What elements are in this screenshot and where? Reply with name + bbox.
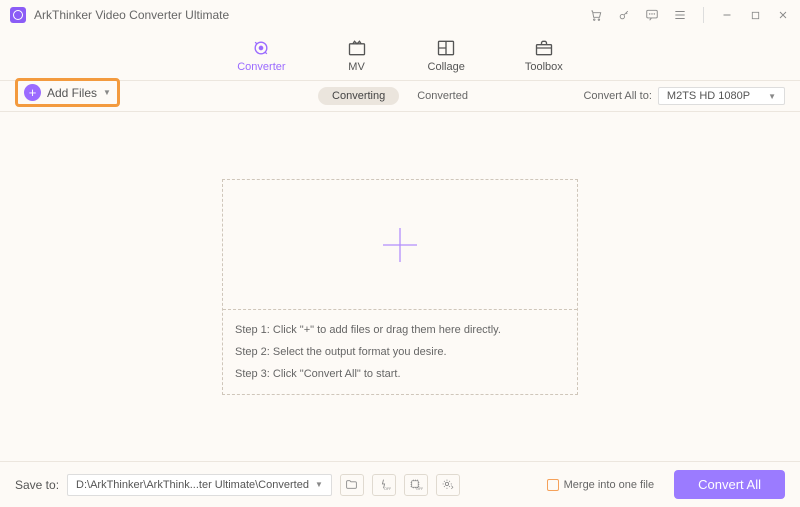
convert-all-to: Convert All to: M2TS HD 1080P ▼ bbox=[583, 87, 785, 105]
svg-text:OFF: OFF bbox=[384, 487, 391, 491]
tab-converter-label: Converter bbox=[237, 61, 285, 73]
toolbox-icon bbox=[533, 38, 555, 58]
add-files-label: Add Files bbox=[47, 86, 97, 100]
merge-label: Merge into one file bbox=[564, 479, 655, 491]
instructions: Step 1: Click "+" to add files or drag t… bbox=[223, 310, 577, 394]
tab-collage-label: Collage bbox=[428, 61, 465, 73]
maximize-icon[interactable] bbox=[748, 8, 762, 22]
converter-icon bbox=[250, 38, 272, 58]
titlebar: ArkThinker Video Converter Ultimate bbox=[0, 0, 800, 30]
add-files-highlight: + Add Files ▼ bbox=[15, 78, 120, 107]
save-path-value: D:\ArkThinker\ArkThink...ter Ultimate\Co… bbox=[76, 479, 309, 491]
collage-icon bbox=[435, 38, 457, 58]
tab-converter[interactable]: Converter bbox=[237, 38, 285, 73]
menu-icon[interactable] bbox=[673, 8, 687, 22]
content-area: Step 1: Click "+" to add files or drag t… bbox=[0, 112, 800, 462]
tab-toolbox[interactable]: Toolbox bbox=[525, 38, 563, 73]
toolbar: + Add Files ▼ Converting Converted Conve… bbox=[0, 81, 800, 111]
step-1: Step 1: Click "+" to add files or drag t… bbox=[235, 324, 565, 336]
subtab-converted[interactable]: Converted bbox=[403, 87, 482, 105]
chevron-down-icon: ▼ bbox=[768, 92, 776, 101]
drop-area[interactable] bbox=[223, 180, 577, 310]
big-plus-icon bbox=[377, 222, 423, 268]
main-tabs: Converter MV Collage Toolbox bbox=[0, 30, 800, 80]
plus-icon: + bbox=[24, 84, 41, 101]
feedback-icon[interactable] bbox=[645, 8, 659, 22]
titlebar-icons bbox=[589, 7, 790, 23]
save-path-select[interactable]: D:\ArkThinker\ArkThink...ter Ultimate\Co… bbox=[67, 474, 332, 496]
subtab-converting[interactable]: Converting bbox=[318, 87, 399, 105]
add-files-button[interactable]: + Add Files ▼ bbox=[24, 84, 111, 101]
close-icon[interactable] bbox=[776, 8, 790, 22]
app-title: ArkThinker Video Converter Ultimate bbox=[34, 8, 589, 22]
app-logo bbox=[10, 7, 26, 23]
hw-accel-off-button[interactable]: OFF bbox=[372, 474, 396, 496]
convert-all-to-label: Convert All to: bbox=[583, 90, 651, 102]
format-select[interactable]: M2TS HD 1080P ▼ bbox=[658, 87, 785, 105]
save-to-label: Save to: bbox=[15, 478, 59, 492]
cart-icon[interactable] bbox=[589, 8, 603, 22]
gpu-off-button[interactable]: OFF bbox=[404, 474, 428, 496]
dropzone[interactable]: Step 1: Click "+" to add files or drag t… bbox=[222, 179, 578, 395]
tab-collage[interactable]: Collage bbox=[428, 38, 465, 73]
bottom-bar: Save to: D:\ArkThinker\ArkThink...ter Ul… bbox=[0, 461, 800, 507]
key-icon[interactable] bbox=[617, 8, 631, 22]
chevron-down-icon: ▼ bbox=[103, 88, 111, 97]
tab-toolbox-label: Toolbox bbox=[525, 61, 563, 73]
chevron-down-icon: ▼ bbox=[315, 480, 323, 489]
separator bbox=[703, 7, 704, 23]
tab-mv-label: MV bbox=[348, 61, 365, 73]
step-3: Step 3: Click "Convert All" to start. bbox=[235, 368, 565, 380]
mv-icon bbox=[346, 38, 368, 58]
convert-all-button[interactable]: Convert All bbox=[674, 470, 785, 499]
svg-text:OFF: OFF bbox=[416, 487, 423, 491]
format-value: M2TS HD 1080P bbox=[667, 90, 750, 102]
step-2: Step 2: Select the output format you des… bbox=[235, 346, 565, 358]
settings-button[interactable] bbox=[436, 474, 460, 496]
minimize-icon[interactable] bbox=[720, 8, 734, 22]
checkbox-icon bbox=[547, 479, 559, 491]
merge-checkbox[interactable]: Merge into one file bbox=[547, 479, 655, 491]
tab-mv[interactable]: MV bbox=[346, 38, 368, 73]
sub-tabs: Converting Converted bbox=[318, 87, 482, 105]
open-folder-button[interactable] bbox=[340, 474, 364, 496]
